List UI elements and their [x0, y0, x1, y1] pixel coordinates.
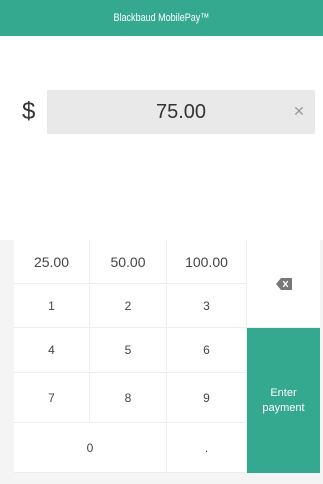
close-icon[interactable]: ✕ — [293, 104, 305, 118]
quick-amount-50-button[interactable]: 50.00 — [90, 240, 167, 284]
digit-8-button[interactable]: 8 — [90, 373, 167, 423]
app-header: Blackbaud MobilePay™ — [0, 0, 323, 36]
backspace-button[interactable] — [247, 240, 320, 328]
amount-area: $ 75.00 ✕ — [0, 36, 323, 240]
amount-field[interactable]: 75.00 ✕ — [47, 90, 315, 134]
digit-7-button[interactable]: 7 — [14, 373, 90, 423]
digit-1-button[interactable]: 1 — [14, 284, 90, 328]
digit-0-button[interactable]: 0 — [14, 423, 167, 473]
digit-3-button[interactable]: 3 — [167, 284, 247, 328]
keypad: 25.00 50.00 100.00 1 2 3 4 5 6 7 8 9 0 .… — [14, 240, 320, 473]
digit-5-button[interactable]: 5 — [90, 328, 167, 373]
digit-6-button[interactable]: 6 — [167, 328, 247, 373]
decimal-point-button[interactable]: . — [167, 423, 247, 473]
backspace-icon — [275, 277, 292, 290]
digit-9-button[interactable]: 9 — [167, 373, 247, 423]
enter-payment-button[interactable]: Enter payment — [247, 328, 320, 473]
amount-value: 75.00 — [155, 101, 207, 123]
quick-amount-25-button[interactable]: 25.00 — [14, 240, 90, 284]
app-title: Blackbaud MobilePay™ — [113, 12, 210, 24]
digit-2-button[interactable]: 2 — [90, 284, 167, 328]
quick-amount-100-button[interactable]: 100.00 — [167, 240, 247, 284]
mobile-pay-app: Blackbaud MobilePay™ $ 75.00 ✕ 25.00 50.… — [0, 0, 323, 484]
digit-4-button[interactable]: 4 — [14, 328, 90, 373]
enter-payment-label: Enter payment — [262, 386, 305, 414]
currency-symbol: $ — [22, 98, 36, 125]
